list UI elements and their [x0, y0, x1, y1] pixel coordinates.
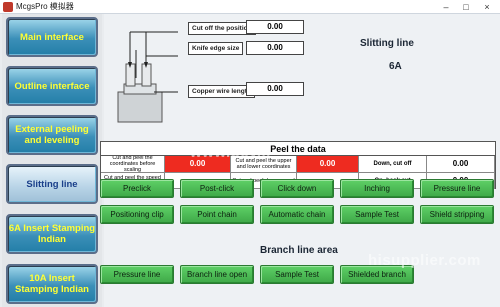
post-click-button[interactable]: Post-click	[180, 179, 254, 198]
shielded-branch-button[interactable]: Shielded branch	[340, 265, 414, 284]
main-panel: Cut off the position 0.00 Knife edge siz…	[100, 14, 500, 307]
copper-wire-length-label: Copper wire length	[188, 85, 255, 98]
branch-pressure-line-button[interactable]: Pressure line	[100, 265, 174, 284]
copper-wire-length-value[interactable]: 0.00	[246, 82, 304, 96]
preclick-button[interactable]: Preclick	[100, 179, 174, 198]
nav-main-interface[interactable]: Main interface	[6, 17, 98, 57]
peel-label-down-cut-off: Down, cut off	[359, 156, 427, 173]
peel-value-red-1[interactable]: 0.00	[165, 156, 231, 173]
automatic-chain-button[interactable]: Automatic chain	[260, 205, 334, 224]
minimize-button[interactable]: –	[440, 1, 452, 13]
shield-stripping-button[interactable]: Shield stripping	[420, 205, 494, 224]
point-chain-button[interactable]: Point chain	[180, 205, 254, 224]
sidebar-nav: Main interface Outline interface Externa…	[2, 14, 102, 307]
pressure-line-button[interactable]: Pressure line	[420, 179, 494, 198]
peel-label-upper-lower: Cut and peel the upper and lower coordin…	[231, 156, 297, 173]
branch-line-open-button[interactable]: Branch line open	[180, 265, 254, 284]
branch-sample-test-button[interactable]: Sample Test	[260, 265, 334, 284]
peel-label-before-scaling: Cut and peel the coordinates before scal…	[101, 156, 165, 173]
cutter-diagram	[117, 31, 178, 123]
positioning-clip-button[interactable]: Positioning clip	[100, 205, 174, 224]
nav-external-peeling[interactable]: External peeling and leveling	[6, 115, 98, 155]
knife-edge-size-label: Knife edge size	[188, 42, 244, 55]
nav-slitting-line[interactable]: Slitting line	[6, 164, 98, 204]
inching-button[interactable]: Inching	[340, 179, 414, 198]
branch-area-title: Branch line area	[260, 245, 338, 256]
window-title: McgsPro 模拟器	[16, 2, 74, 11]
close-button[interactable]: ×	[481, 1, 493, 13]
sample-test-button[interactable]: Sample Test	[340, 205, 414, 224]
knife-edge-size-value[interactable]: 0.00	[246, 41, 304, 55]
click-down-button[interactable]: Click down	[260, 179, 334, 198]
page-title: Slitting line	[360, 38, 414, 49]
app-icon	[3, 2, 13, 12]
window-titlebar: McgsPro 模拟器 – □ ×	[0, 0, 500, 14]
peel-value-red-2[interactable]: 0.00	[297, 156, 359, 173]
maximize-button[interactable]: □	[460, 1, 472, 13]
peel-value-down-cut-off[interactable]: 0.00	[427, 156, 495, 173]
nav-10a-insert[interactable]: 10A Insert Stamping Indian	[6, 264, 98, 304]
page-subtitle: 6A	[389, 61, 402, 72]
peel-table-title: Peel the data	[101, 142, 495, 156]
nav-outline-interface[interactable]: Outline interface	[6, 66, 98, 106]
cut-off-position-value[interactable]: 0.00	[246, 20, 304, 34]
nav-6a-insert[interactable]: 6A Insert Stamping Indian	[6, 214, 98, 254]
